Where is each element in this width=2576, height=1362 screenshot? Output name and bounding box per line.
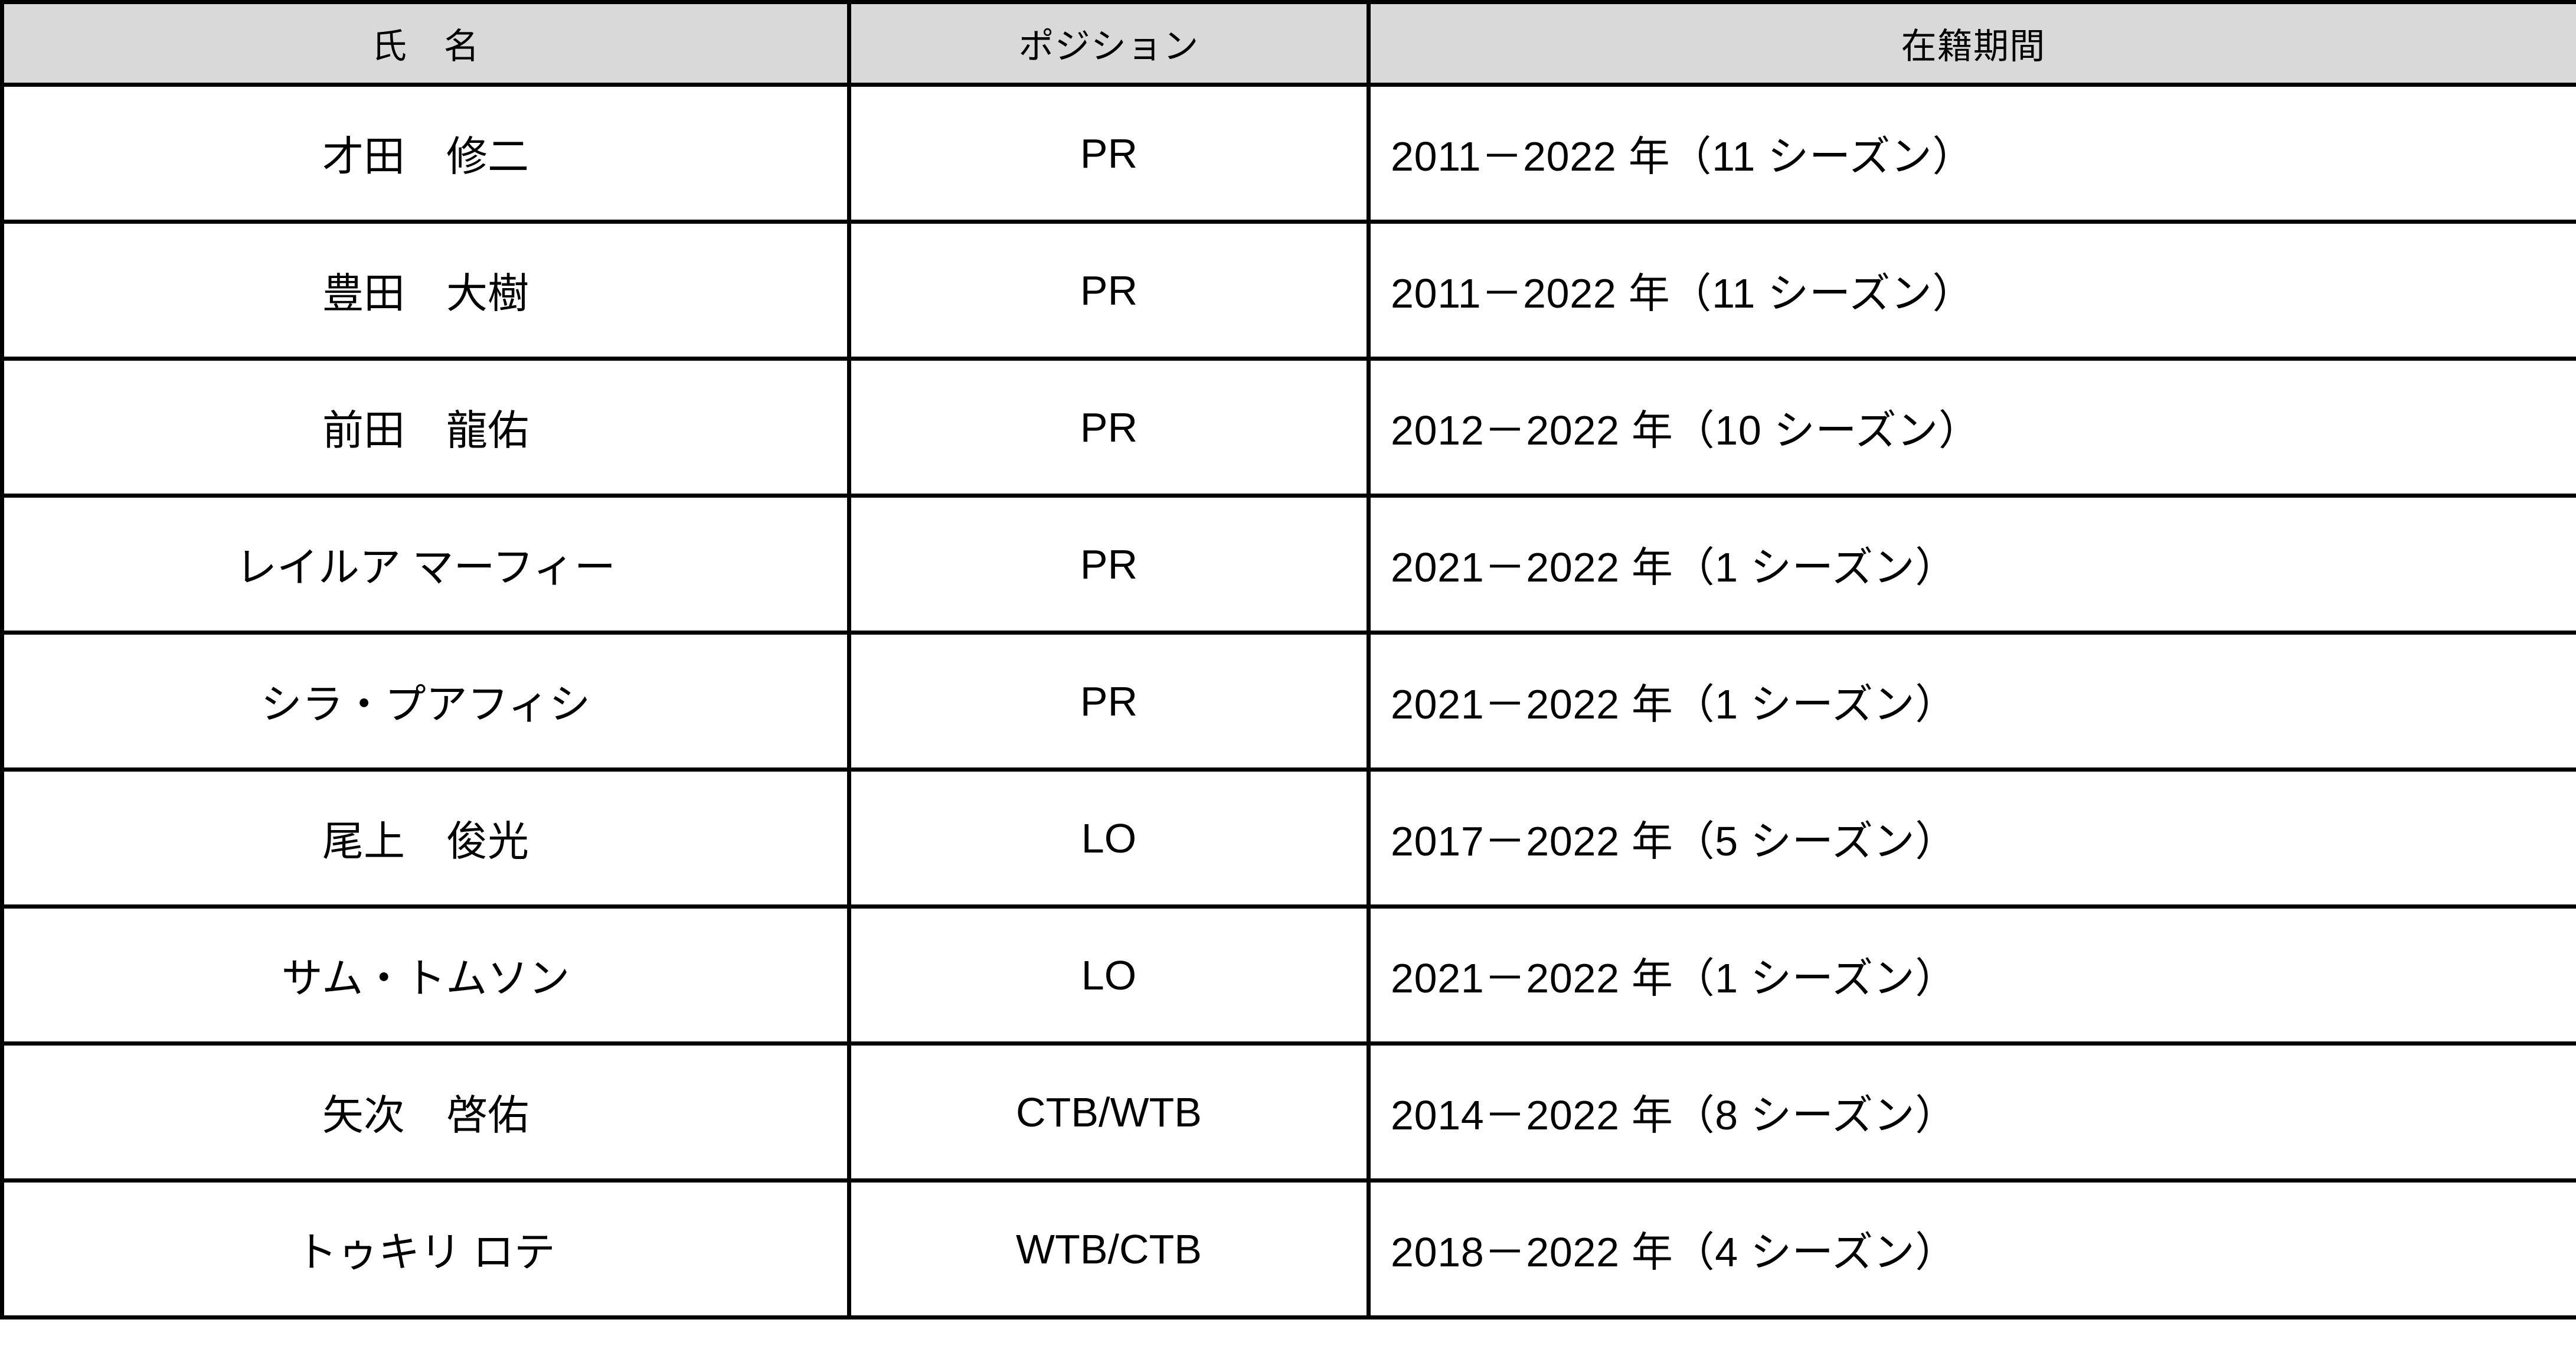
column-header-name: 氏 名 bbox=[0, 0, 851, 87]
table-row: 前田 龍佑 PR 2012－2022 年（10 シーズン） bbox=[0, 357, 2576, 498]
cell-player-tenure: 2018－2022 年（4 シーズン） bbox=[1367, 1178, 2576, 1319]
cell-player-name: トゥキリ ロテ bbox=[0, 1178, 851, 1319]
cell-player-position: PR bbox=[847, 494, 1371, 635]
cell-player-name: 矢次 啓佑 bbox=[0, 1041, 851, 1183]
table-row: 尾上 俊光 LO 2017－2022 年（5 シーズン） bbox=[0, 767, 2576, 909]
cell-player-position: PR bbox=[847, 631, 1371, 772]
table-row: レイルア マーフィー PR 2021－2022 年（1 シーズン） bbox=[0, 494, 2576, 635]
cell-player-position: LO bbox=[847, 904, 1371, 1046]
cell-player-name: 豊田 大樹 bbox=[0, 220, 851, 361]
table-row: シラ・プアフィシ PR 2021－2022 年（1 シーズン） bbox=[0, 631, 2576, 772]
cell-player-position: PR bbox=[847, 357, 1371, 498]
cell-player-tenure: 2012－2022 年（10 シーズン） bbox=[1367, 357, 2576, 498]
cell-player-position: WTB/CTB bbox=[847, 1178, 1371, 1319]
column-header-position: ポジション bbox=[847, 0, 1371, 87]
cell-player-position: PR bbox=[847, 83, 1371, 224]
cell-player-name: サム・トムソン bbox=[0, 904, 851, 1046]
column-header-tenure: 在籍期間 bbox=[1367, 0, 2576, 87]
table-body: 才田 修二 PR 2011－2022 年（11 シーズン） 豊田 大樹 PR 2… bbox=[0, 83, 2576, 1319]
table-row: 矢次 啓佑 CTB/WTB 2014－2022 年（8 シーズン） bbox=[0, 1041, 2576, 1183]
table-header: 氏 名 ポジション 在籍期間 bbox=[0, 0, 2576, 87]
cell-player-tenure: 2021－2022 年（1 シーズン） bbox=[1367, 494, 2576, 635]
cell-player-tenure: 2021－2022 年（1 シーズン） bbox=[1367, 904, 2576, 1046]
cell-player-tenure: 2021－2022 年（1 シーズン） bbox=[1367, 631, 2576, 772]
cell-player-name: シラ・プアフィシ bbox=[0, 631, 851, 772]
cell-player-name: 前田 龍佑 bbox=[0, 357, 851, 498]
player-roster-table: 氏 名 ポジション 在籍期間 才田 修二 PR 2011－2022 年（11 シ… bbox=[0, 0, 2576, 1319]
table-row: トゥキリ ロテ WTB/CTB 2018－2022 年（4 シーズン） bbox=[0, 1178, 2576, 1319]
cell-player-name: 尾上 俊光 bbox=[0, 767, 851, 909]
table-row: サム・トムソン LO 2021－2022 年（1 シーズン） bbox=[0, 904, 2576, 1046]
cell-player-name: 才田 修二 bbox=[0, 83, 851, 224]
cell-player-tenure: 2011－2022 年（11 シーズン） bbox=[1367, 83, 2576, 224]
table-row: 豊田 大樹 PR 2011－2022 年（11 シーズン） bbox=[0, 220, 2576, 361]
cell-player-position: PR bbox=[847, 220, 1371, 361]
cell-player-name: レイルア マーフィー bbox=[0, 494, 851, 635]
cell-player-tenure: 2011－2022 年（11 シーズン） bbox=[1367, 220, 2576, 361]
table-header-row: 氏 名 ポジション 在籍期間 bbox=[0, 0, 2576, 87]
cell-player-tenure: 2017－2022 年（5 シーズン） bbox=[1367, 767, 2576, 909]
cell-player-position: CTB/WTB bbox=[847, 1041, 1371, 1183]
cell-player-position: LO bbox=[847, 767, 1371, 909]
table-row: 才田 修二 PR 2011－2022 年（11 シーズン） bbox=[0, 83, 2576, 224]
cell-player-tenure: 2014－2022 年（8 シーズン） bbox=[1367, 1041, 2576, 1183]
